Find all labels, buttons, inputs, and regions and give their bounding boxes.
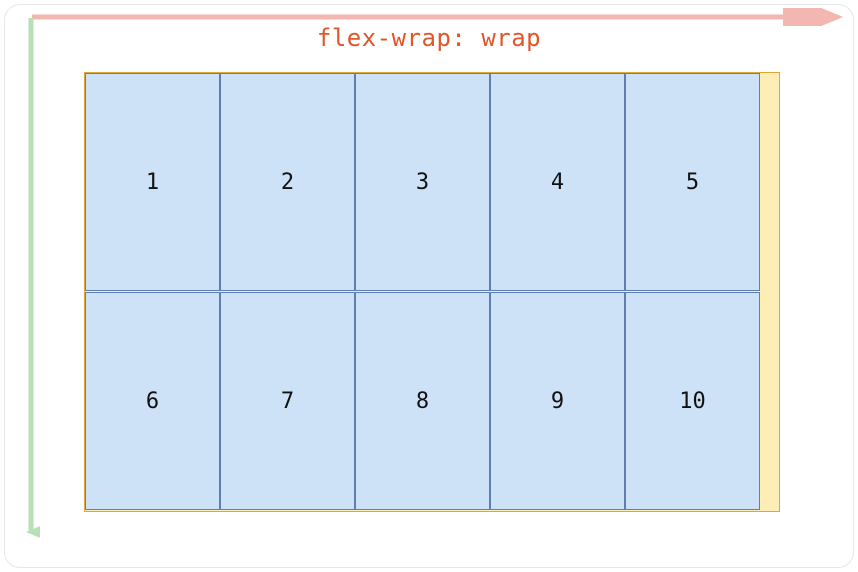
flex-item: 5 [625, 73, 760, 291]
flex-item: 6 [85, 292, 220, 510]
flex-container: 1 2 3 4 5 6 7 8 9 10 [84, 72, 780, 512]
flex-item: 8 [355, 292, 490, 510]
cross-axis-arrow-icon [22, 18, 40, 546]
flex-item: 4 [490, 73, 625, 291]
flex-item: 7 [220, 292, 355, 510]
flex-item: 2 [220, 73, 355, 291]
flex-item: 1 [85, 73, 220, 291]
diagram-title: flex-wrap: wrap [0, 24, 858, 52]
flex-item: 3 [355, 73, 490, 291]
flex-item: 10 [625, 292, 760, 510]
diagram-canvas: flex-wrap: wrap 1 2 3 4 5 6 7 8 9 10 [0, 0, 858, 572]
flex-item: 9 [490, 292, 625, 510]
flex-container-inner: 1 2 3 4 5 6 7 8 9 10 [85, 73, 779, 511]
